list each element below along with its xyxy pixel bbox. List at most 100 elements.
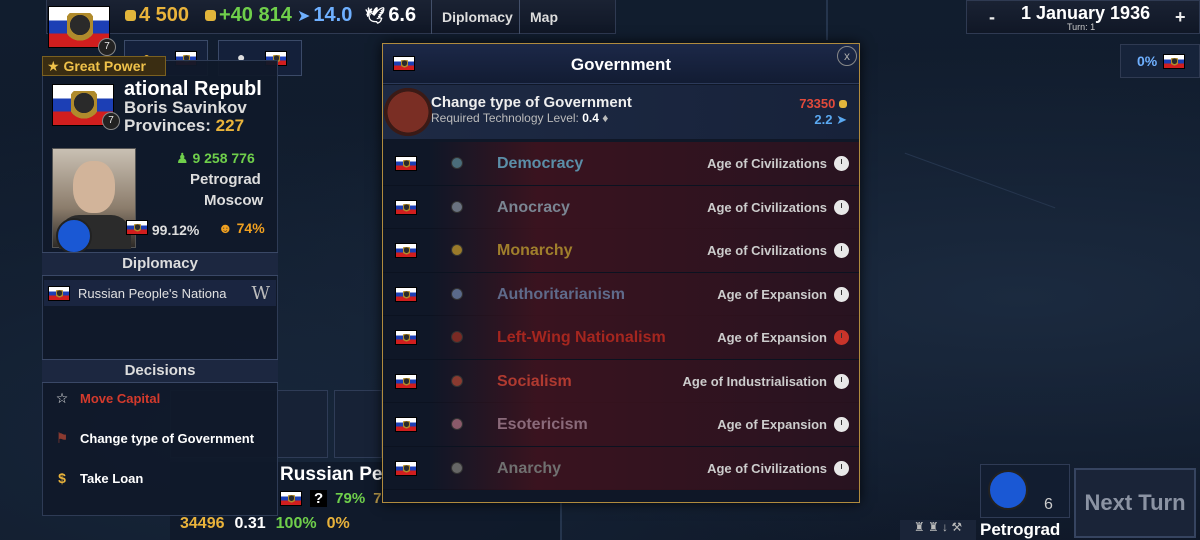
star-icon: ★ — [47, 58, 60, 74]
clock-icon — [834, 199, 849, 215]
province-count: Provinces: 227 — [124, 116, 245, 135]
leader-name: Boris Savinkov — [124, 98, 247, 117]
great-power-badge: ★ Great Power — [42, 56, 166, 76]
government-flag-icon — [383, 85, 433, 139]
government-option-democracy[interactable]: Democracy Age of Civilizations — [383, 142, 859, 186]
government-flag — [395, 330, 417, 345]
government-flag — [395, 156, 417, 171]
second-city: Moscow — [204, 192, 264, 209]
required-tech-level: Required Technology Level: 0.4 ♦ — [431, 111, 609, 125]
clock-icon — [834, 156, 849, 171]
government-name: Monarchy — [497, 242, 573, 259]
background-panel-move — [334, 390, 382, 458]
tab-map-modes[interactable]: Map Modes — [519, 0, 615, 59]
government-name: Authoritarianism — [497, 285, 626, 303]
stability-stat: 99.12% — [126, 220, 199, 238]
government-flag — [395, 417, 417, 432]
speed-down-button[interactable]: - — [989, 7, 995, 28]
government-option-monarchy[interactable]: Monarchy Age of Civilizations — [383, 229, 859, 273]
government-list: Democracy Age of Civilizations Anocracy Age… — [383, 142, 859, 490]
government-name: Esotericism — [497, 416, 588, 433]
country-rank-badge: 7 — [102, 112, 120, 130]
government-option-anocracy[interactable]: Anocracy Age of Civilizations — [383, 185, 859, 229]
decision-take-loan[interactable]: $ Take Loan — [44, 460, 276, 496]
movement-arrow-icon: ➤ — [836, 112, 847, 127]
movement-cost: 2.2 ➤ — [814, 112, 847, 127]
population-stat: ♟ 9 258 776 — [176, 150, 255, 166]
unit-icons[interactable]: ♜ ♜ ↓ ⚒ — [900, 520, 976, 540]
government-type-icon — [451, 200, 463, 213]
government-age: Age of Expansion — [717, 330, 827, 345]
smile-icon: ☻ — [218, 220, 233, 236]
money-bag-icon: $ — [58, 470, 66, 486]
government-option-socialism[interactable]: Socialism Age of Industrialisation — [383, 359, 859, 403]
population-icon: ♟ — [176, 150, 189, 166]
government-flag — [395, 460, 417, 476]
player-flag-button[interactable]: 7 — [48, 6, 116, 56]
diplomacy-item[interactable]: Russian People's Nationa W — [44, 280, 276, 306]
government-type-icon — [451, 157, 463, 169]
government-type-icon — [451, 244, 463, 256]
clock-icon — [834, 330, 849, 345]
rank-badge: 7 — [98, 38, 116, 56]
diplomacy-points-stat[interactable]: 🕊 6.6 — [365, 4, 416, 27]
movement-arrow-icon: ➤ — [297, 7, 311, 25]
change-government-summary: Change type of Government Required Techn… — [383, 85, 859, 139]
government-option-authoritarianism[interactable]: Authoritarianism Age of Expansion — [383, 272, 859, 316]
government-age: Age of Civilizations — [707, 199, 827, 215]
diplomacy-header: Diplomacy — [42, 252, 278, 276]
government-flag — [395, 243, 417, 258]
government-age: Age of Civilizations — [707, 156, 827, 171]
close-icon[interactable]: x — [837, 46, 857, 66]
government-age: Age of Industrialisation — [682, 373, 827, 389]
decision-change-government[interactable]: ⚑ Change type of Government — [44, 420, 276, 456]
government-option-anarchy[interactable]: Anarchy Age of Civilizations — [383, 446, 859, 490]
government-age: Age of Civilizations — [707, 243, 827, 258]
change-government-title: Change type of Government — [431, 94, 632, 111]
star-outline-icon: ☆ — [55, 389, 69, 406]
gold-stat[interactable]: 4 500 — [125, 4, 189, 27]
government-type-icon — [451, 331, 463, 343]
government-age: Age of Expansion — [717, 286, 827, 302]
government-name: Anocracy — [497, 198, 570, 216]
country-flag-button[interactable]: 7 — [52, 84, 120, 131]
income-stat[interactable]: +40 814 — [205, 4, 292, 27]
tab-diplomacy[interactable]: Diplomacy — [431, 0, 523, 34]
stability-gauge — [56, 218, 92, 254]
clock-icon — [834, 460, 849, 476]
income-icon — [205, 10, 216, 21]
top-resource-bar: 4 500 +40 814 ➤ 14.0 🕊 6.6 Diplomacy Map… — [46, 0, 616, 59]
capital-gauge — [988, 470, 1028, 510]
government-flag — [395, 373, 417, 389]
war-icon: W — [251, 282, 270, 304]
capital-name[interactable]: Petrograd — [980, 520, 1060, 540]
government-age: Age of Civilizations — [707, 460, 827, 476]
capital-city: Petrograd — [190, 171, 261, 188]
province-flag — [280, 491, 302, 506]
speed-up-button[interactable]: + — [1175, 7, 1186, 28]
government-type-icon — [451, 374, 463, 387]
government-option-left-wing-nationalism[interactable]: Left-Wing Nationalism Age of Expansion — [383, 316, 859, 360]
government-option-esotericism[interactable]: Esotericism Age of Expansion — [383, 403, 859, 447]
clock-icon — [834, 373, 849, 389]
government-name: Democracy — [497, 155, 584, 172]
government-type-icon — [451, 418, 463, 430]
government-name: Socialism — [497, 372, 572, 390]
government-name: Anarchy — [497, 459, 562, 477]
government-name: Left-Wing Nationalism — [497, 329, 666, 346]
clock-icon — [834, 417, 849, 432]
dialog-header: Government x — [383, 44, 859, 84]
stability-flag — [126, 220, 148, 235]
government-flag — [395, 199, 417, 215]
decision-move-capital[interactable]: ☆ Move Capital — [44, 380, 276, 416]
right-percent-indicator[interactable]: 0% — [1120, 44, 1200, 78]
movement-stat[interactable]: ➤ 14.0 — [297, 4, 352, 27]
date-panel: - 1 January 1936 Turn: 1 + — [966, 0, 1200, 34]
government-type-icon — [451, 461, 463, 474]
current-date: 1 January 1936 — [1021, 3, 1151, 23]
happiness-stat: ☻ 74% — [218, 220, 265, 236]
diplomacy-flag — [48, 285, 70, 301]
next-turn-button[interactable]: Next Turn — [1074, 468, 1196, 538]
clock-icon — [834, 243, 849, 258]
government-type-icon — [451, 287, 463, 300]
